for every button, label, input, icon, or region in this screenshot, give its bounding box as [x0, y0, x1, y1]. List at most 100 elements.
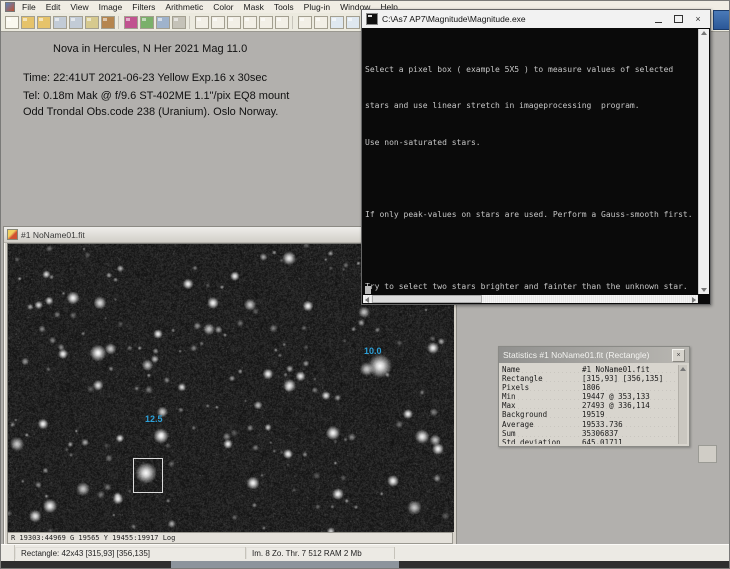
statistics-row-label: Average — [502, 420, 582, 429]
statistics-row: Average 19533.736 — [502, 420, 678, 429]
statistics-row: Pixels 1806 — [502, 383, 678, 392]
console-output: Select a pixel box ( example 5X5 ) to me… — [365, 29, 698, 294]
annotation-line-3: Odd Trondal Obs.code 238 (Uranium). Oslo… — [23, 106, 278, 118]
statistics-row: Background 19519 — [502, 410, 678, 419]
menu-item-plugin[interactable]: Plug-in — [299, 2, 335, 12]
undo-icon[interactable] — [124, 16, 138, 29]
statistics-row-value: #1 NoName01.fit — [582, 365, 678, 374]
menu-item-edit[interactable]: Edit — [41, 2, 66, 12]
console-line: Select a pixel box ( example 5X5 ) to me… — [365, 65, 698, 74]
scroll-right-icon[interactable] — [692, 297, 696, 303]
annotation-line-2: Tel: 0.18m Mak @ f/9.6 ST-402ME 1.1"/pix… — [23, 90, 289, 102]
zoom-in-icon[interactable] — [330, 16, 344, 29]
console-cursor — [365, 286, 371, 294]
console-horizontal-scrollbar[interactable] — [363, 295, 698, 303]
statistics-row-label: Name — [502, 365, 582, 374]
scrollbar-thumb[interactable] — [372, 295, 482, 303]
magnitude-label-12-5: 12.5 — [145, 414, 163, 424]
statistics-row-value: [315,93] [356,135] — [582, 374, 678, 383]
image-window-title: #1 NoName01.fit — [21, 230, 85, 240]
statistics-row-label: Std deviation — [502, 438, 582, 444]
console-line — [365, 246, 698, 255]
menu-item-file[interactable]: File — [17, 2, 41, 12]
menu-item-view[interactable]: View — [65, 2, 93, 12]
astroart-main-window: File Edit View Image Filters Arithmetic … — [0, 0, 730, 569]
console-line: Try to select two stars brighter and fai… — [365, 282, 698, 291]
annotation-line-1: Time: 22:41UT 2021-06-23 Yellow Exp.16 x… — [23, 72, 267, 84]
image-stretch-readout: R 19303:44969 G 19565 Y 19455:19917 Log — [11, 534, 175, 542]
close-folder-icon[interactable] — [101, 16, 115, 29]
statistics-row-label: Pixels — [502, 383, 582, 392]
copy-icon[interactable] — [156, 16, 170, 29]
taskbar-button-fragment — [171, 561, 399, 568]
histogram-icon[interactable] — [195, 16, 209, 29]
toolbar-separator — [292, 16, 295, 29]
zoom-out-icon[interactable] — [346, 16, 360, 29]
statistics-row-value: 1806 — [582, 383, 678, 392]
levels-icon[interactable] — [227, 16, 241, 29]
image-file-icon — [7, 229, 18, 240]
console-close-button[interactable]: × — [690, 12, 706, 26]
statistics-close-button[interactable]: × — [672, 349, 685, 362]
statistics-row-value: 19519 — [582, 410, 678, 419]
statistics-title: Statistics #1 NoName01.fit (Rectangle) — [503, 350, 672, 360]
statistics-row: Rectangle [315,93] [356,135] — [502, 374, 678, 383]
statistics-row: Std deviation 645.01711 — [502, 438, 678, 444]
taskbar-fragment — [1, 561, 729, 568]
curves-icon[interactable] — [211, 16, 225, 29]
image-window-statusbar: R 19303:44969 G 19565 Y 19455:19917 Log — [7, 532, 453, 544]
console-titlebar[interactable]: C:\As7 AP7\Magnitude\Magnitude.exe × — [362, 10, 710, 28]
menu-item-color[interactable]: Color — [208, 2, 238, 12]
save-copy-icon[interactable] — [85, 16, 99, 29]
save-icon[interactable] — [53, 16, 67, 29]
magnitude-label-10: 10.0 — [364, 346, 382, 356]
toolbar-separator — [118, 16, 121, 29]
statusbar-rectangle-readout: Rectangle: 42x43 [315,93] [356,135] — [15, 547, 246, 559]
statistics-row-label: Background — [502, 410, 582, 419]
stretch-min-icon[interactable] — [243, 16, 257, 29]
menu-item-tools[interactable]: Tools — [269, 2, 299, 12]
statistics-row-value: 35306837 — [582, 429, 678, 438]
paste-icon[interactable] — [172, 16, 186, 29]
console-minimize-button[interactable] — [650, 12, 666, 26]
statistics-row-value: 19533.736 — [582, 420, 678, 429]
maximize-window-icon[interactable] — [314, 16, 328, 29]
console-line — [365, 174, 698, 183]
save-as-icon[interactable] — [69, 16, 83, 29]
console-window: C:\As7 AP7\Magnitude\Magnitude.exe × Sel… — [361, 9, 711, 305]
statistics-row: Min 19447 @ 353,133 — [502, 392, 678, 401]
app-icon — [5, 2, 15, 12]
console-line: If only peak-values on stars are used. P… — [365, 210, 698, 219]
open-recent-icon[interactable] — [37, 16, 51, 29]
background-window-icon — [713, 10, 730, 30]
statistics-row-label: Min — [502, 392, 582, 401]
stretch-mid-icon[interactable] — [259, 16, 273, 29]
open-file-icon[interactable] — [21, 16, 35, 29]
scroll-up-icon[interactable] — [680, 367, 686, 371]
scroll-up-icon[interactable] — [701, 31, 707, 35]
new-file-icon[interactable] — [5, 16, 19, 29]
statistics-row-label: Sum — [502, 429, 582, 438]
console-line: Use non-saturated stars. — [365, 138, 698, 147]
menu-item-mask[interactable]: Mask — [239, 2, 269, 12]
menu-item-arithmetic[interactable]: Arithmetic — [160, 2, 208, 12]
statistics-titlebar[interactable]: Statistics #1 NoName01.fit (Rectangle) × — [499, 347, 689, 363]
console-vertical-scrollbar[interactable] — [698, 29, 709, 294]
stretch-max-icon[interactable] — [275, 16, 289, 29]
statistics-window: Statistics #1 NoName01.fit (Rectangle) ×… — [498, 346, 690, 447]
app-statusbar: Rectangle: 42x43 [315,93] [356,135] Im. … — [1, 544, 729, 561]
pixel-selection-box — [133, 458, 163, 493]
ui-fragment — [698, 445, 717, 463]
statistics-scrollbar[interactable] — [678, 365, 687, 444]
scroll-down-icon[interactable] — [701, 288, 707, 292]
scroll-left-icon[interactable] — [365, 297, 369, 303]
star-mask-icon[interactable] — [140, 16, 154, 29]
statistics-row-value: 645.01711 — [582, 438, 678, 444]
restore-window-icon[interactable] — [298, 16, 312, 29]
statistics-row-label: Rectangle — [502, 374, 582, 383]
annotation-title: Nova in Hercules, N Her 2021 Mag 11.0 — [53, 43, 247, 55]
menu-item-image[interactable]: Image — [94, 2, 128, 12]
console-title: C:\As7 AP7\Magnitude\Magnitude.exe — [382, 14, 646, 24]
console-maximize-button[interactable] — [670, 12, 686, 26]
menu-item-filters[interactable]: Filters — [127, 2, 160, 12]
